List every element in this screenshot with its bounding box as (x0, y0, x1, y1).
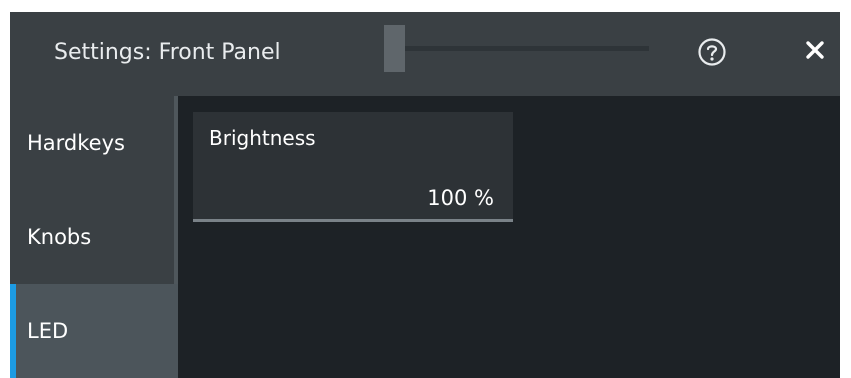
sidebar-scrollbar[interactable] (174, 96, 178, 284)
help-button[interactable] (695, 35, 729, 69)
settings-dialog: Settings: Front Panel Hardkeys Knobs LED… (10, 12, 840, 378)
brightness-field[interactable]: Brightness 100 % (193, 112, 513, 222)
field-underline (193, 219, 513, 222)
drag-handle[interactable] (384, 25, 405, 72)
selection-indicator (10, 284, 16, 378)
close-icon (805, 40, 825, 64)
help-circle-icon (697, 37, 727, 67)
sidebar-item-label: Knobs (27, 225, 92, 249)
sidebar-nav: Hardkeys Knobs LED (10, 96, 178, 378)
sidebar-item-label: Hardkeys (27, 131, 125, 155)
sidebar-item-led[interactable]: LED (10, 284, 178, 378)
sidebar-item-label: LED (27, 319, 69, 343)
dialog-title: Settings: Front Panel (54, 40, 281, 65)
sidebar-item-knobs[interactable]: Knobs (10, 190, 174, 284)
title-bar[interactable]: Settings: Front Panel (10, 12, 840, 96)
sidebar-item-hardkeys[interactable]: Hardkeys (10, 96, 174, 190)
drag-track (405, 46, 649, 51)
brightness-value: 100 % (427, 186, 494, 210)
brightness-label: Brightness (209, 126, 316, 150)
close-button[interactable] (798, 35, 832, 69)
